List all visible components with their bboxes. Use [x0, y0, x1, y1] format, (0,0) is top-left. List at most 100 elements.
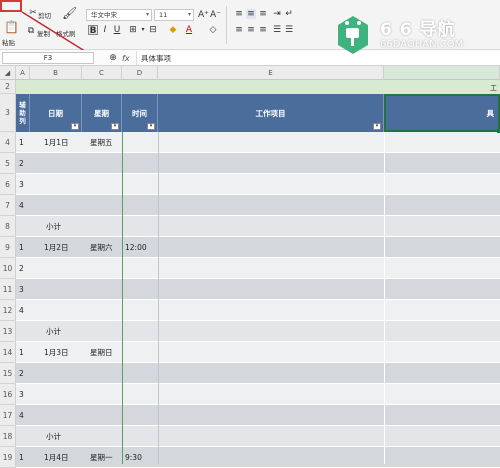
cell-a[interactable]: 4	[19, 405, 24, 426]
column-e-divider	[158, 132, 159, 464]
header-label-d: 时间	[132, 108, 147, 118]
name-box[interactable]: F3	[2, 52, 94, 64]
header-label-e: 工作项目	[255, 108, 286, 118]
table-row	[16, 342, 500, 363]
filter-dropdown-icon[interactable]: ▾	[373, 123, 381, 130]
cell-a[interactable]: 1	[19, 237, 24, 258]
cell-c[interactable]: 星期五	[90, 132, 113, 153]
font-color-icon[interactable]: A	[184, 25, 194, 35]
header-cell-f[interactable]: 具	[384, 94, 500, 132]
filter-dropdown-icon[interactable]: ▾	[111, 123, 119, 130]
cell-a[interactable]: 4	[19, 195, 24, 216]
subtotal-row	[16, 321, 500, 342]
cell-d[interactable]: 9:30	[125, 447, 142, 468]
row-header[interactable]: 2	[0, 80, 16, 94]
cell-a[interactable]: 1	[19, 342, 24, 363]
header-cell-c[interactable]: 星期 ▾	[82, 94, 122, 132]
cell-b[interactable]: 1月4日	[44, 447, 69, 468]
filter-dropdown-icon[interactable]: ▾	[147, 123, 155, 130]
row-header[interactable]: 14	[0, 342, 16, 363]
cell-b[interactable]: 小计	[46, 426, 61, 447]
cell-a[interactable]: 3	[19, 279, 24, 300]
justify-icon[interactable]: ☰	[272, 25, 282, 35]
cell-b[interactable]: 1月2日	[44, 237, 69, 258]
row-header[interactable]: 17	[0, 405, 16, 426]
zoom-icon[interactable]: ⊕	[108, 53, 118, 63]
cell-a[interactable]: 1	[19, 447, 24, 468]
grow-font-icon[interactable]: A⁺	[198, 10, 209, 20]
underline-button[interactable]: U	[112, 25, 122, 35]
row-header[interactable]: 11	[0, 279, 16, 300]
row-header[interactable]: 7	[0, 195, 16, 216]
row-header[interactable]: 5	[0, 153, 16, 174]
chevron-down-icon[interactable]: ▾	[138, 25, 148, 35]
table-row	[16, 405, 500, 426]
cell-a[interactable]: 3	[19, 174, 24, 195]
chevron-down-icon: ▾	[187, 11, 191, 18]
row-header[interactable]: 8	[0, 216, 16, 237]
table-row	[16, 363, 500, 384]
font-size-select[interactable]: 11 ▾	[154, 9, 194, 21]
row-header[interactable]: 16	[0, 384, 16, 405]
cell-a[interactable]: 3	[19, 384, 24, 405]
row-header[interactable]: 6	[0, 174, 16, 195]
cell-c[interactable]: 星期日	[90, 342, 113, 363]
cell-b[interactable]: 小计	[46, 216, 61, 237]
table-row	[16, 279, 500, 300]
cell-a[interactable]: 4	[19, 300, 24, 321]
select-all-corner[interactable]: ◢	[0, 66, 16, 80]
row-header[interactable]: 10	[0, 258, 16, 279]
align-top-icon[interactable]: ≡	[234, 9, 244, 19]
cell-a[interactable]: 2	[19, 258, 24, 279]
cell-a[interactable]: 2	[19, 153, 24, 174]
header-cell-e[interactable]: 工作项目 ▾	[158, 94, 384, 132]
cell-c[interactable]: 星期一	[90, 447, 113, 468]
row-header[interactable]: 4	[0, 132, 16, 153]
column-header-b[interactable]: B	[30, 66, 82, 80]
cell-d[interactable]: 12:00	[125, 237, 147, 258]
clear-format-icon[interactable]: ◇	[208, 25, 218, 35]
header-cell-b[interactable]: 日期 ▾	[30, 94, 82, 132]
align-middle-icon[interactable]: ≡	[246, 9, 256, 19]
cell-b[interactable]: 小计	[46, 321, 61, 342]
align-left-icon[interactable]: ≡	[234, 25, 244, 35]
shrink-font-icon[interactable]: A⁻	[210, 10, 221, 20]
header-cell-d[interactable]: 时间 ▾	[122, 94, 158, 132]
row-header[interactable]: 18	[0, 426, 16, 447]
row-header[interactable]: 9	[0, 237, 16, 258]
column-header-e[interactable]: E	[158, 66, 384, 80]
filter-dropdown-icon[interactable]: ▾	[71, 123, 79, 130]
cell-b[interactable]: 1月1日	[44, 132, 69, 153]
fx-icon[interactable]: fx	[122, 54, 130, 63]
header-cell-a[interactable]: 辅助列	[16, 94, 30, 132]
fill-color-icon[interactable]: ◆	[168, 25, 178, 35]
cell-a[interactable]: 2	[19, 363, 24, 384]
title-row	[16, 80, 500, 94]
row-header[interactable]: 19	[0, 447, 16, 468]
align-bottom-icon[interactable]: ≡	[258, 9, 268, 19]
column-header-d[interactable]: D	[122, 66, 158, 80]
align-right-icon[interactable]: ≡	[258, 25, 268, 35]
row-header[interactable]: 12	[0, 300, 16, 321]
wrap-icon[interactable]: ↵	[284, 9, 294, 19]
chevron-down-icon: ▾	[145, 11, 149, 18]
column-header-a[interactable]: A	[16, 66, 30, 80]
merge-cells-icon[interactable]: ⊟	[148, 25, 158, 35]
row-header[interactable]: 3	[0, 94, 16, 132]
indent-icon[interactable]: ⇥	[272, 9, 282, 19]
cell-c[interactable]: 星期六	[90, 237, 113, 258]
table-row	[16, 195, 500, 216]
column-d-divider	[122, 132, 123, 464]
column-header-c[interactable]: C	[82, 66, 122, 80]
row-header[interactable]: 13	[0, 321, 16, 342]
cell-a[interactable]: 1	[19, 132, 24, 153]
cell-b[interactable]: 1月3日	[44, 342, 69, 363]
column-header-f[interactable]	[384, 66, 500, 80]
row-header[interactable]: 15	[0, 363, 16, 384]
distributed-icon[interactable]: ☰	[284, 25, 294, 35]
table-row	[16, 132, 500, 153]
border-icon[interactable]: ⊞	[128, 25, 138, 35]
align-center-icon[interactable]: ≡	[246, 25, 256, 35]
table-row	[16, 258, 500, 279]
table-row	[16, 153, 500, 174]
